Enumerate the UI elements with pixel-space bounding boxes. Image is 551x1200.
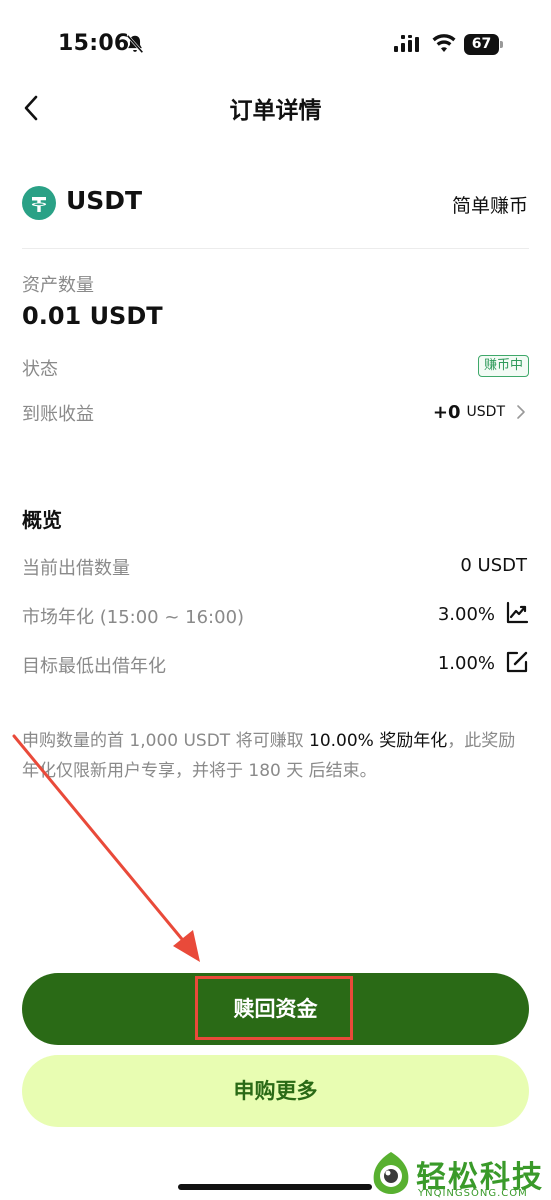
notice-highlight: 10.00% 奖励年化: [309, 731, 448, 751]
amount-label: 资产数量: [22, 275, 94, 296]
status-time: 15:06: [58, 31, 130, 56]
redeem-button[interactable]: 赎回资金: [22, 973, 529, 1045]
earnings-unit: USDT: [466, 404, 505, 420]
product-type: 简单赚币: [451, 195, 528, 217]
chart-line-icon[interactable]: [505, 601, 529, 625]
market-apr-label: 市场年化 (15:00 ~ 16:00): [22, 607, 245, 628]
edit-icon[interactable]: [505, 650, 529, 674]
watermark-logo-icon: [373, 1152, 409, 1194]
chevron-right-icon: [517, 405, 525, 419]
watermark-subtitle: YNQINGSONG.COM: [418, 1188, 528, 1199]
page-title: 订单详情: [229, 98, 322, 124]
battery-indicator: 67: [464, 34, 504, 55]
lent-amount-label: 当前出借数量: [22, 558, 130, 579]
overview-title: 概览: [22, 508, 62, 532]
wifi-icon: [432, 34, 456, 52]
target-min-apr-value: 1.00%: [437, 653, 495, 674]
notice-text-1: 申购数量的首 1,000 USDT 将可赚取: [22, 731, 309, 751]
target-min-apr-label: 目标最低出借年化: [22, 656, 166, 677]
status-bar: 15:06 67: [0, 0, 551, 90]
asset-amount: 0.01 USDT: [22, 302, 163, 330]
home-indicator: [178, 1184, 372, 1190]
cellular-signal-icon: [394, 35, 419, 52]
battery-level: 67: [464, 34, 499, 55]
status-badge: 赚币中: [477, 355, 529, 377]
earnings-label: 到账收益: [22, 404, 94, 425]
status-label: 状态: [22, 359, 58, 380]
divider: [22, 248, 529, 249]
earnings-link[interactable]: +0 USDT: [433, 400, 529, 424]
coin-name: USDT: [66, 186, 143, 215]
subscribe-more-button[interactable]: 申购更多: [22, 1055, 529, 1127]
battery-tip: [500, 41, 503, 48]
lent-amount-value: 0 USDT: [460, 555, 527, 576]
earnings-value: +0: [432, 401, 461, 423]
market-apr-value: 3.00%: [437, 604, 495, 625]
bell-muted-icon: [126, 34, 144, 54]
promo-notice: 申购数量的首 1,000 USDT 将可赚取 10.00% 奖励年化，此奖励年化…: [22, 726, 528, 786]
usdt-coin-icon: [22, 186, 56, 220]
